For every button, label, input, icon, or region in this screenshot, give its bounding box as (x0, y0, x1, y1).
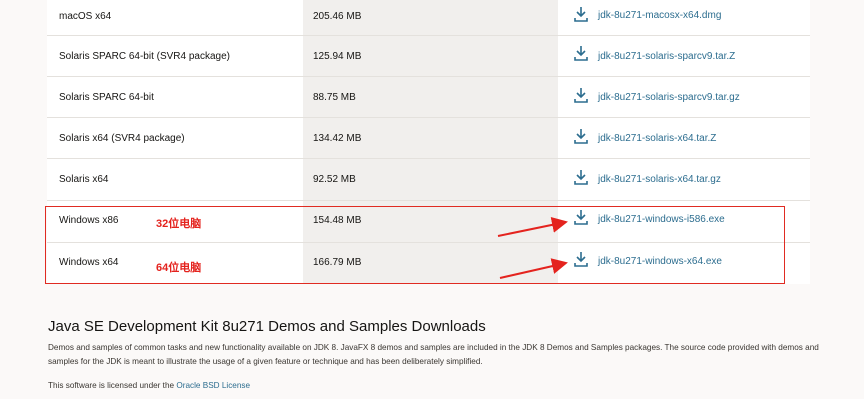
download-icon[interactable] (573, 128, 589, 144)
download-link[interactable]: jdk-8u271-solaris-sparcv9.tar.Z (598, 51, 735, 62)
product-name: macOS x64 (59, 11, 112, 22)
download-link[interactable]: jdk-8u271-macosx-x64.dmg (598, 10, 721, 21)
license-line: This software is licensed under the Orac… (48, 379, 828, 393)
demos-title: Java SE Development Kit 8u271 Demos and … (48, 318, 486, 335)
table-row: Solaris SPARC 64-bit (SVR4 package) 125.… (47, 36, 810, 77)
download-icon[interactable] (573, 6, 589, 22)
file-size: 205.46 MB (313, 11, 362, 22)
table-row: macOS x64 205.46 MB jdk-8u271-macosx-x64… (47, 0, 810, 36)
file-size: 125.94 MB (313, 51, 362, 62)
product-name: Solaris x64 (59, 174, 109, 185)
license-prefix: This software is licensed under the (48, 381, 177, 390)
download-link[interactable]: jdk-8u271-solaris-sparcv9.tar.gz (598, 92, 740, 103)
download-icon[interactable] (573, 87, 589, 103)
download-icon[interactable] (573, 45, 589, 61)
license-link[interactable]: Oracle BSD License (176, 381, 250, 390)
file-size: 88.75 MB (313, 92, 356, 103)
download-link[interactable]: jdk-8u271-solaris-x64.tar.gz (598, 174, 721, 185)
product-name: Solaris SPARC 64-bit (SVR4 package) (59, 51, 230, 62)
file-size: 92.52 MB (313, 174, 356, 185)
demos-description: Demos and samples of common tasks and ne… (48, 343, 819, 366)
table-row: Solaris x64 92.52 MB jdk-8u271-solaris-x… (47, 159, 810, 201)
highlight-box (45, 206, 785, 284)
product-name: Solaris SPARC 64-bit (59, 92, 154, 103)
table-row: Solaris x64 (SVR4 package) 134.42 MB jdk… (47, 118, 810, 159)
download-icon[interactable] (573, 169, 589, 185)
file-size: 134.42 MB (313, 133, 362, 144)
table-row: Solaris SPARC 64-bit 88.75 MB jdk-8u271-… (47, 77, 810, 118)
download-link[interactable]: jdk-8u271-solaris-x64.tar.Z (598, 133, 716, 144)
product-name: Solaris x64 (SVR4 package) (59, 133, 185, 144)
demos-section: Java SE Development Kit 8u271 Demos and … (48, 318, 828, 393)
